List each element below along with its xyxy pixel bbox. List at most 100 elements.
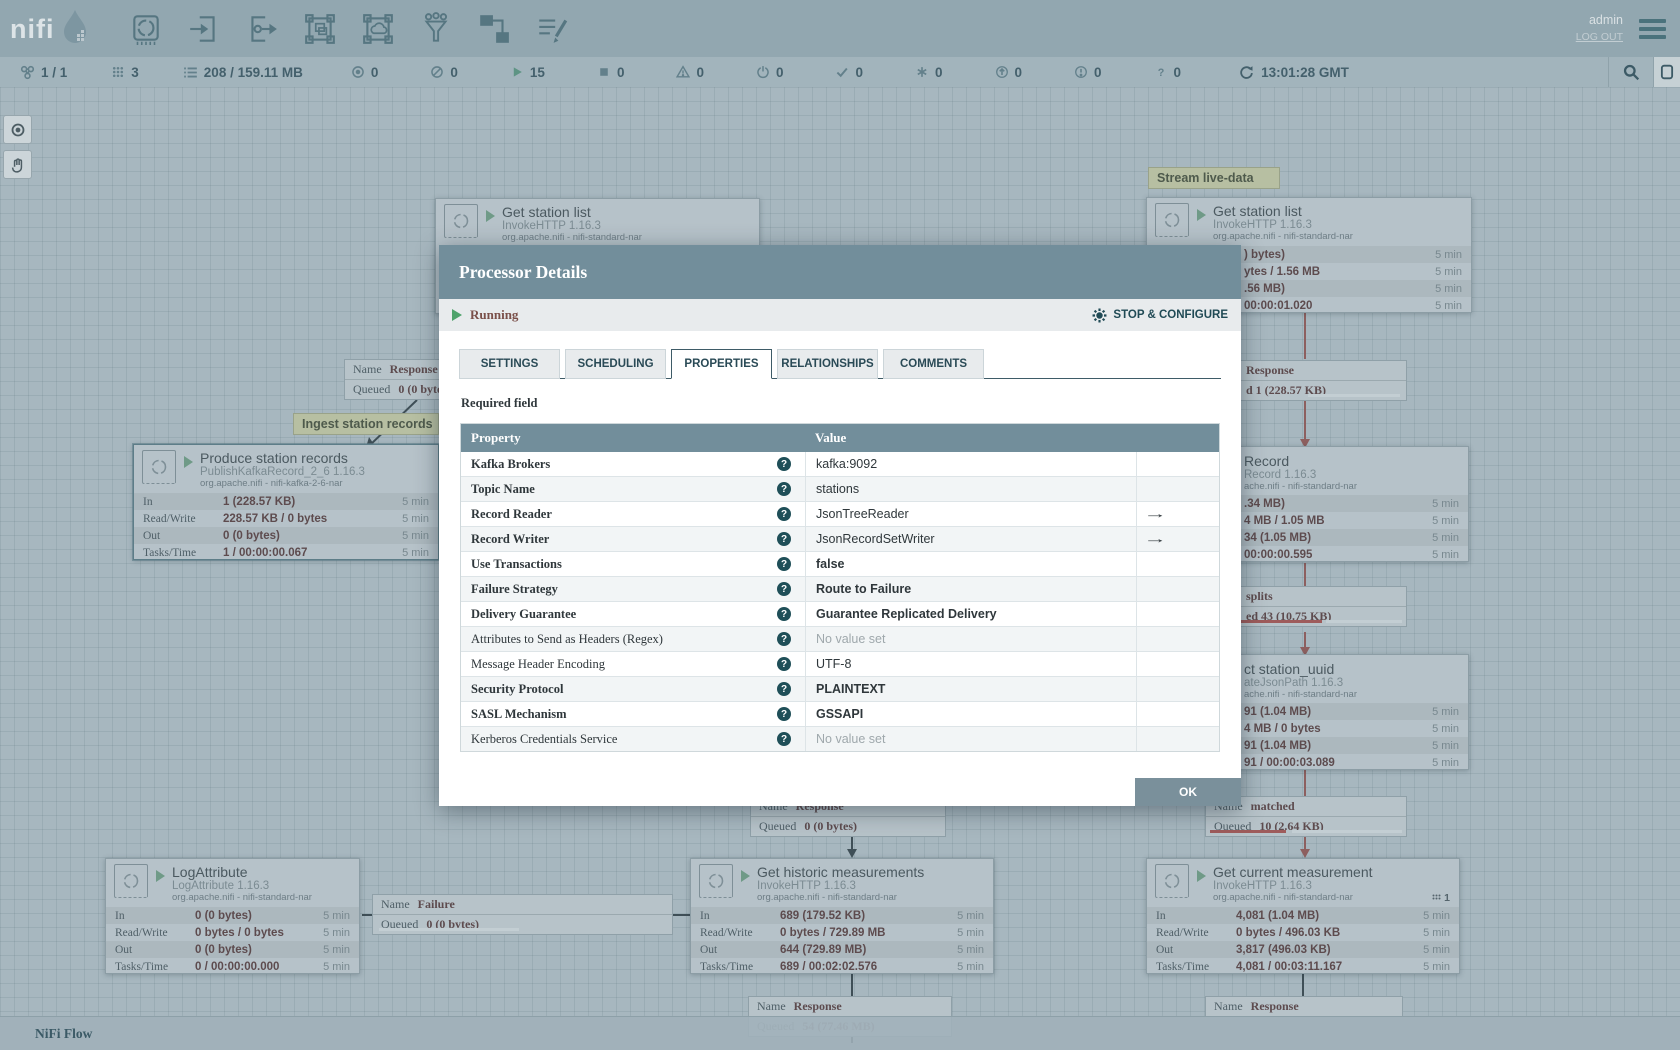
input-port-icon[interactable] — [187, 12, 221, 46]
tab-relationships[interactable]: RELATIONSHIPS — [777, 349, 878, 379]
canvas-label[interactable]: Stream live-data — [1148, 167, 1280, 189]
property-value[interactable]: false — [805, 552, 1136, 576]
help-icon[interactable]: ? — [777, 657, 791, 671]
target-button[interactable] — [3, 115, 32, 144]
help-icon[interactable]: ? — [777, 632, 791, 646]
property-value[interactable]: GSSAPI — [805, 702, 1136, 726]
help-icon[interactable]: ? — [777, 607, 791, 621]
help-icon[interactable]: ? — [777, 557, 791, 571]
crosshair-icon — [10, 122, 26, 138]
property-value[interactable]: Guarantee Replicated Delivery — [805, 602, 1136, 626]
property-value[interactable]: Route to Failure — [805, 577, 1136, 601]
breadcrumb[interactable]: NiFi Flow — [35, 1026, 92, 1042]
stat-tasks-time: 00:00:00.595 — [1244, 548, 1313, 561]
operate-palette-button[interactable] — [1653, 57, 1680, 87]
help-icon[interactable]: ? — [777, 732, 791, 746]
help-icon[interactable]: ? — [777, 457, 791, 471]
global-menu-icon[interactable] — [1639, 18, 1666, 39]
processor-produce-station-records[interactable]: Produce station records PublishKafkaReco… — [133, 444, 439, 560]
running-indicator-icon — [184, 456, 193, 468]
property-row[interactable]: Attributes to Send as Headers (Regex) ? … — [461, 627, 1219, 652]
help-icon[interactable]: ? — [777, 582, 791, 596]
stop-and-configure-button[interactable]: STOP & CONFIGURE — [1092, 308, 1228, 323]
nifi-drop-icon — [55, 6, 95, 52]
property-row[interactable]: Security Protocol ? PLAINTEXT — [461, 677, 1219, 702]
go-to-service-icon[interactable]: → — [1143, 507, 1167, 521]
processor-log-attribute[interactable]: LogAttribute LogAttribute 1.16.3 org.apa… — [105, 858, 360, 974]
help-icon[interactable]: ? — [777, 507, 791, 521]
property-value[interactable]: No value set — [805, 727, 1136, 751]
processor-get-historic-measurements[interactable]: Get historic measurements InvokeHTTP 1.1… — [690, 858, 994, 974]
property-row[interactable]: Record Writer ? JsonRecordSetWriter → — [461, 527, 1219, 552]
help-icon[interactable]: ? — [777, 532, 791, 546]
processor-name: Record — [1244, 453, 1290, 469]
processor-type: InvokeHTTP 1.16.3 — [1213, 880, 1312, 892]
remote-process-group-icon[interactable] — [361, 12, 395, 46]
property-row[interactable]: Kafka Brokers ? kafka:9092 — [461, 452, 1219, 477]
drawer-icon — [1660, 64, 1674, 80]
app-header: nifi admin LOG OUT — [0, 0, 1680, 57]
processor-icon[interactable] — [129, 12, 163, 46]
search-icon — [1623, 64, 1640, 81]
property-row[interactable]: Kerberos Credentials Service ? No value … — [461, 727, 1219, 751]
logout-link[interactable]: LOG OUT — [1576, 30, 1623, 46]
property-row[interactable]: Message Header Encoding ? UTF-8 — [461, 652, 1219, 677]
stat-read-write: 4 MB / 0 bytes — [1244, 722, 1321, 735]
property-value[interactable]: PLAINTEXT — [805, 677, 1136, 701]
go-to-service-icon[interactable]: → — [1143, 532, 1167, 546]
search-button[interactable] — [1608, 57, 1653, 87]
processor-bundle: org.apache.nifi - nifi-standard-nar — [502, 232, 642, 243]
template-icon[interactable] — [477, 12, 511, 46]
processor-get-current-measurement[interactable]: Get current measurement InvokeHTTP 1.16.… — [1146, 858, 1460, 974]
property-value[interactable]: UTF-8 — [805, 652, 1136, 676]
status-sync-failure: ? 0 — [1154, 65, 1181, 80]
property-row[interactable]: SASL Mechanism ? GSSAPI — [461, 702, 1219, 727]
property-row[interactable]: Failure Strategy ? Route to Failure — [461, 577, 1219, 602]
property-value[interactable]: JsonTreeReader — [805, 502, 1136, 526]
status-transmitting: 0 — [351, 65, 378, 80]
tab-scheduling[interactable]: SCHEDULING — [565, 349, 666, 379]
property-value[interactable]: No value set — [805, 627, 1136, 651]
property-value[interactable]: stations — [805, 477, 1136, 501]
stat-out: 3,817 (496.03 KB) — [1236, 943, 1331, 956]
ok-button[interactable]: OK — [1135, 778, 1241, 806]
funnel-icon[interactable] — [419, 11, 453, 46]
tab-settings[interactable]: SETTINGS — [459, 349, 560, 379]
gear-icon — [1092, 308, 1107, 323]
stat-out: 34 (1.05 MB) — [1244, 531, 1312, 544]
property-row[interactable]: Record Reader ? JsonTreeReader → — [461, 502, 1219, 527]
property-name: SASL Mechanism ? — [461, 702, 805, 726]
hand-button[interactable] — [3, 150, 32, 179]
property-row[interactable]: Use Transactions ? false — [461, 552, 1219, 577]
stat-tasks-time: 4,081 / 00:03:11.167 — [1236, 960, 1343, 973]
property-extra-cell — [1136, 677, 1219, 701]
help-icon[interactable]: ? — [777, 707, 791, 721]
running-status-icon — [452, 309, 462, 321]
connection-failure[interactable]: Name Failure Queued 0 (0 bytes) — [372, 894, 673, 935]
help-icon[interactable]: ? — [777, 482, 791, 496]
tab-comments[interactable]: COMMENTS — [883, 349, 984, 379]
asterisk-icon — [915, 65, 929, 79]
output-port-icon[interactable] — [245, 12, 279, 46]
property-extra-cell — [1136, 577, 1219, 601]
transmitting-icon — [351, 65, 365, 79]
canvas-label[interactable]: Ingest station records — [293, 413, 439, 435]
status-stale: 0 — [995, 65, 1022, 80]
property-extra-cell — [1136, 702, 1219, 726]
status-connected-nodes: 1 / 1 — [20, 65, 67, 80]
processor-stamp-icon — [142, 450, 176, 484]
property-row[interactable]: Topic Name ? stations — [461, 477, 1219, 502]
property-value[interactable]: JsonRecordSetWriter — [805, 527, 1136, 551]
property-row[interactable]: Delivery Guarantee ? Guarantee Replicate… — [461, 602, 1219, 627]
stat-in: .34 MB) — [1244, 497, 1285, 510]
refresh-icon[interactable] — [1239, 65, 1254, 80]
stat-tasks-time: 1 / 00:00:00.067 — [223, 546, 308, 559]
required-field-note: Required field — [461, 396, 538, 410]
property-value[interactable]: kafka:9092 — [805, 452, 1136, 476]
stat-in: ) bytes) — [1244, 248, 1285, 261]
connection-response-bottom-right[interactable]: Name Response — [1205, 996, 1403, 1017]
help-icon[interactable]: ? — [777, 682, 791, 696]
label-icon[interactable] — [535, 12, 569, 46]
tab-properties[interactable]: PROPERTIES — [671, 349, 772, 379]
process-group-icon[interactable] — [303, 12, 337, 46]
